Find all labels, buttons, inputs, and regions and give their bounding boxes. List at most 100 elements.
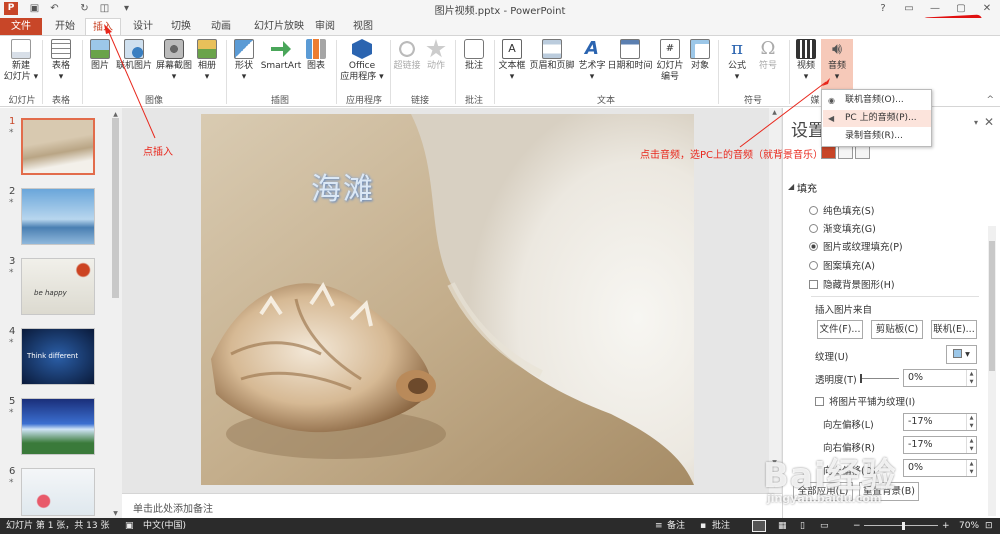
transparency-slider[interactable] — [861, 378, 899, 379]
notes-toggle[interactable]: 备注 — [667, 518, 685, 534]
texture-picker[interactable]: ▾ — [946, 345, 977, 364]
new-slide-button[interactable]: 新建 幻灯片 ▾ — [3, 39, 39, 83]
tab-insert[interactable]: 插入 — [85, 18, 121, 36]
ribbon-display-button[interactable]: ▭ — [896, 0, 922, 18]
wordart-button[interactable]: A 艺术字 ▾ — [576, 39, 608, 83]
hyperlink-button[interactable]: 超链接 — [392, 39, 422, 72]
action-button[interactable]: 动作 — [424, 39, 448, 72]
tab-transitions[interactable]: 切换 — [164, 18, 198, 35]
online-button[interactable]: 联机(E)... — [931, 320, 977, 339]
help-button[interactable]: ? — [870, 0, 896, 18]
hide-bg-graphics-checkbox[interactable]: 隐藏背景图形(H) — [809, 277, 895, 291]
table-button[interactable]: 表格 ▾ — [46, 39, 76, 83]
spinner-icon[interactable]: ▲ ▼ — [966, 460, 976, 476]
current-slide[interactable]: 海滩 — [201, 114, 694, 485]
picture-button[interactable]: 图片 — [86, 39, 114, 72]
thumbnails-scrollbar[interactable]: ▲ ▼ — [111, 110, 120, 518]
zoom-level[interactable]: 70% — [959, 518, 979, 534]
language-indicator[interactable]: 中文(中国) — [143, 518, 186, 534]
object-button[interactable]: 对象 — [688, 39, 712, 72]
slide-thumbnail-2[interactable] — [21, 188, 95, 245]
equation-button[interactable]: π 公式 ▾ — [723, 39, 751, 83]
scroll-thumb[interactable] — [989, 241, 995, 371]
menu-item-online-audio[interactable]: ◉ 联机音频(O)... — [823, 92, 931, 109]
pattern-fill-option[interactable]: 图案填充(A) — [809, 258, 875, 272]
zoom-in-icon[interactable]: + — [942, 518, 950, 534]
normal-view-icon[interactable] — [752, 520, 766, 532]
scroll-thumb[interactable] — [112, 118, 119, 298]
offset-left-input[interactable]: -17% ▲ ▼ — [903, 413, 977, 431]
tab-slideshow[interactable]: 幻灯片放映 — [245, 18, 313, 35]
maximize-button[interactable]: ▢ — [948, 0, 974, 18]
menu-item-pc-audio[interactable]: ◀ PC 上的音频(P)... — [823, 110, 931, 127]
notes-area[interactable]: 单击此处添加备注 — [122, 493, 782, 518]
slide-title[interactable]: 海滩 — [311, 164, 375, 208]
comment-button[interactable]: 批注 — [460, 39, 488, 72]
spinner-icon[interactable]: ▲ ▼ — [966, 437, 976, 453]
slide-thumbnail-3[interactable]: be happy — [21, 258, 95, 315]
office-apps-button[interactable]: Office 应用程序 ▾ — [340, 39, 384, 83]
spinner-icon[interactable]: ▲ ▼ — [966, 414, 976, 430]
header-footer-button[interactable]: 页眉和页脚 — [528, 39, 576, 72]
tab-review[interactable]: 审阅 — [310, 18, 340, 35]
previous-slide-icon[interactable]: ⏶ — [770, 470, 779, 479]
chart-button[interactable]: 图表 — [304, 39, 328, 72]
pane-options-icon[interactable]: ▾ — [974, 118, 978, 127]
file-button[interactable]: 文件(F)... — [817, 320, 863, 339]
close-window-button[interactable]: ✕ — [974, 0, 1000, 18]
zoom-out-icon[interactable]: − — [853, 518, 861, 534]
clipboard-button[interactable]: 剪贴板(C) — [871, 320, 923, 339]
slide-thumbnail-4[interactable]: Think different — [21, 328, 95, 385]
transparency-input[interactable]: 0% ▲ ▼ — [903, 369, 977, 387]
apply-all-button[interactable]: 全部应用(L) — [793, 482, 853, 501]
collapse-triangle-icon[interactable]: ◢ — [788, 182, 794, 191]
audio-button[interactable]: 🔊︎ 音频 ▾ — [821, 39, 853, 89]
slide-sorter-icon[interactable]: ▦ — [778, 518, 787, 534]
comments-toggle-icon[interactable]: ▪ — [700, 518, 706, 534]
spinner-icon[interactable]: ▲ ▼ — [966, 370, 976, 386]
tab-animations[interactable]: 动画 — [202, 18, 240, 35]
notes-toggle-icon[interactable]: ≡ — [655, 518, 663, 534]
next-slide-icon[interactable]: ⏷ — [770, 482, 779, 491]
fill-section-header[interactable]: 填充 — [797, 180, 817, 195]
transparency-slider-knob[interactable] — [860, 374, 862, 383]
minimize-button[interactable]: — — [922, 0, 948, 18]
slideshow-view-icon[interactable]: ▭ — [820, 518, 829, 534]
online-picture-button[interactable]: 联机图片 — [114, 39, 154, 72]
menu-item-record-audio[interactable]: 录制音频(R)... — [823, 128, 931, 145]
pane-close-icon[interactable]: ✕ — [984, 115, 994, 129]
date-time-button[interactable]: 日期和时间 — [607, 39, 653, 72]
offset-right-input[interactable]: -17% ▲ ▼ — [903, 436, 977, 454]
shapes-button[interactable]: 形状 ▾ — [230, 39, 258, 83]
scroll-up-icon[interactable]: ▲ — [770, 108, 779, 117]
scroll-down-icon[interactable]: ▼ — [111, 509, 120, 518]
tab-home[interactable]: 开始 — [48, 18, 82, 35]
textbox-button[interactable]: A 文本框 ▾ — [497, 39, 527, 83]
tile-texture-checkbox[interactable]: 将图片平铺为纹理(I) — [815, 394, 915, 408]
tab-file[interactable]: 文件 — [0, 18, 42, 35]
smartart-button[interactable]: SmartArt — [260, 39, 302, 72]
slide-thumbnail-1[interactable] — [21, 118, 95, 175]
gradient-fill-option[interactable]: 渐变填充(G) — [809, 221, 876, 235]
slide-number-button[interactable]: # 幻灯片 编号 — [655, 39, 685, 83]
picture-fill-option[interactable]: 图片或纹理填充(P) — [809, 239, 903, 253]
video-button[interactable]: 视频 ▾ — [792, 39, 820, 83]
fit-slide-icon[interactable]: ⊡ — [985, 518, 993, 534]
screenshot-button[interactable]: 屏幕截图 ▾ — [154, 39, 194, 83]
collapse-ribbon-icon[interactable]: ^ — [986, 95, 994, 105]
reading-view-icon[interactable]: ▯ — [800, 518, 805, 534]
tab-view[interactable]: 视图 — [347, 18, 379, 35]
album-button[interactable]: 相册 ▾ — [194, 39, 220, 83]
symbol-button[interactable]: Ω 符号 — [754, 39, 782, 72]
slide-thumbnail-6[interactable] — [21, 468, 95, 516]
comments-toggle[interactable]: 批注 — [712, 518, 730, 534]
slide-thumbnail-5[interactable] — [21, 398, 95, 455]
reset-background-button[interactable]: 重置背景(B) — [859, 482, 919, 501]
tab-design[interactable]: 设计 — [126, 18, 160, 35]
offset-up-input[interactable]: 0% ▲ ▼ — [903, 459, 977, 477]
spellcheck-icon[interactable]: ▣ — [125, 518, 134, 534]
editor-scrollbar[interactable]: ▲ ▼ ⏶ ⏷ — [769, 108, 781, 493]
zoom-slider-knob[interactable] — [902, 522, 905, 530]
scroll-down-icon[interactable]: ▼ — [770, 458, 779, 467]
solid-fill-option[interactable]: 纯色填充(S) — [809, 203, 874, 217]
